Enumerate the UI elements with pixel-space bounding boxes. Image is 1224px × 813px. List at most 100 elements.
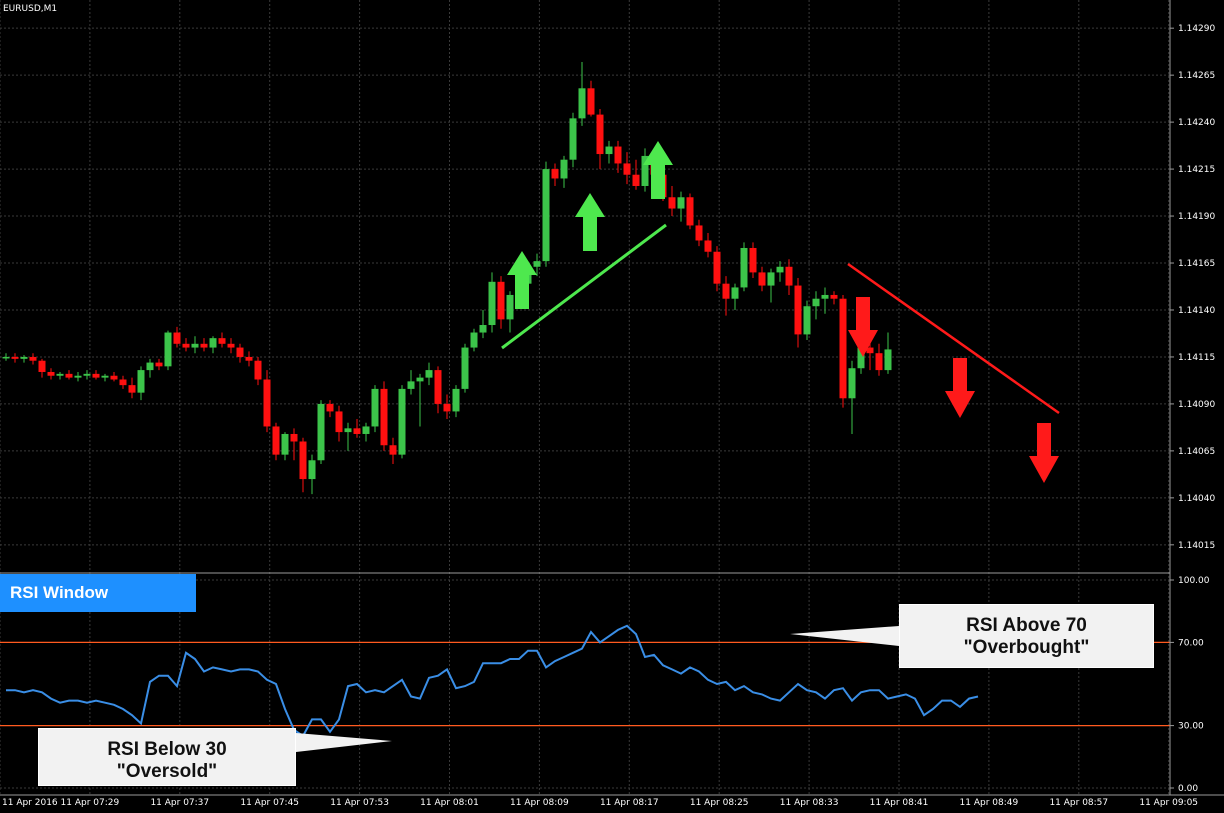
time-tick-label: 11 Apr 09:05 xyxy=(1139,798,1198,808)
time-tick-label: 11 Apr 07:29 xyxy=(61,798,120,808)
time-tick-label: 11 Apr 08:57 xyxy=(1049,798,1108,808)
bull-candle xyxy=(137,370,145,393)
bear-candle xyxy=(632,174,640,186)
bull-candle xyxy=(569,118,577,160)
bear-candle xyxy=(668,197,676,209)
bear-candle xyxy=(263,379,271,427)
bull-candle xyxy=(83,373,91,376)
bull-candle xyxy=(308,460,316,480)
bear-candle xyxy=(227,343,235,348)
bull-candle xyxy=(2,356,10,359)
bull-candle xyxy=(884,349,892,371)
bull-candle xyxy=(407,381,415,389)
rsi-tick-label: 100.00 xyxy=(1178,576,1210,586)
time-tick-label: 11 Apr 07:53 xyxy=(330,798,389,808)
time-tick-label: 11 Apr 08:41 xyxy=(870,798,929,808)
bear-candle xyxy=(299,441,307,480)
time-tick-label: 11 Apr 08:49 xyxy=(960,798,1019,808)
bull-candle xyxy=(281,433,289,455)
bear-candle xyxy=(290,433,298,442)
bear-candle xyxy=(686,197,694,226)
bear-candle xyxy=(353,428,361,434)
rsi-window-label: RSI Window xyxy=(0,574,196,612)
bull-candle xyxy=(506,294,514,320)
bull-candle xyxy=(776,266,784,273)
bull-candle xyxy=(677,197,685,209)
price-tick-label: 1.14240 xyxy=(1178,118,1215,128)
bull-candle xyxy=(371,388,379,427)
bear-candle xyxy=(758,272,766,286)
bull-candle xyxy=(560,159,568,179)
bear-candle xyxy=(389,445,397,455)
price-tick-label: 1.14065 xyxy=(1178,447,1215,457)
bear-candle xyxy=(65,373,73,378)
price-tick-label: 1.14115 xyxy=(1178,353,1215,363)
bear-candle xyxy=(236,347,244,357)
bear-candle xyxy=(614,146,622,164)
bull-candle xyxy=(542,169,550,262)
bear-candle xyxy=(38,360,46,372)
rsi-tick-label: 0.00 xyxy=(1178,784,1198,794)
bear-candle xyxy=(47,371,55,376)
bull-candle xyxy=(74,375,82,378)
bear-candle xyxy=(875,353,883,371)
bear-candle xyxy=(254,360,262,380)
overbought-callout-line1: RSI Above 70 xyxy=(966,615,1087,636)
bull-candle xyxy=(533,261,541,267)
bull-candle xyxy=(479,325,487,333)
bear-candle xyxy=(110,375,118,380)
bull-candle xyxy=(101,375,109,378)
bull-candle xyxy=(470,332,478,348)
bear-candle xyxy=(830,294,838,299)
price-tick-label: 1.14140 xyxy=(1178,306,1215,316)
bull-candle xyxy=(605,146,613,155)
bear-candle xyxy=(326,403,334,412)
time-tick-label: 11 Apr 08:17 xyxy=(600,798,659,808)
price-tick-label: 1.14215 xyxy=(1178,165,1215,175)
bull-candle xyxy=(821,294,829,299)
bear-candle xyxy=(596,114,604,155)
bull-candle xyxy=(164,332,172,367)
bull-candle xyxy=(362,426,370,434)
rsi-tick-label: 70.00 xyxy=(1178,638,1204,648)
bear-candle xyxy=(173,332,181,344)
chart-canvas: 11 Apr 2016 11 Apr 07:29 11 Apr 07:37 11 Ap… xyxy=(0,0,1224,809)
bull-candle xyxy=(740,247,748,288)
bull-candle xyxy=(452,388,460,412)
bull-candle xyxy=(344,428,352,433)
bear-candle xyxy=(11,356,19,359)
bear-candle xyxy=(119,379,127,386)
time-tick-label: 11 Apr 07:37 xyxy=(150,798,209,808)
bear-candle xyxy=(794,285,802,335)
rsi-tick-label: 30.00 xyxy=(1178,722,1204,732)
bear-candle xyxy=(380,388,388,446)
symbol-label: EURUSD,M1 xyxy=(3,4,57,14)
bear-candle xyxy=(623,163,631,175)
overbought-callout-line2: "Overbought" xyxy=(963,637,1090,658)
bear-candle xyxy=(200,343,208,348)
time-tick-label: 11 Apr 07:45 xyxy=(240,798,299,808)
bear-candle xyxy=(722,283,730,299)
bull-candle xyxy=(20,356,28,359)
bear-candle xyxy=(587,88,595,115)
oversold-callout: RSI Below 30 "Oversold" xyxy=(38,728,296,786)
bull-candle xyxy=(731,287,739,299)
bull-candle xyxy=(848,368,856,399)
bull-candle xyxy=(812,298,820,307)
price-tick-label: 1.14040 xyxy=(1178,494,1215,504)
bear-candle xyxy=(695,225,703,241)
bear-candle xyxy=(272,426,280,455)
bull-candle xyxy=(209,338,217,348)
bull-candle xyxy=(488,281,496,326)
bull-candle xyxy=(398,388,406,455)
bear-candle xyxy=(497,281,505,320)
price-tick-label: 1.14265 xyxy=(1178,71,1215,81)
bull-candle xyxy=(317,403,325,461)
trading-chart-window: 11 Apr 2016 11 Apr 07:29 11 Apr 07:37 11 Ap… xyxy=(0,0,1224,809)
bull-candle xyxy=(56,373,64,376)
price-tick-label: 1.14190 xyxy=(1178,212,1215,222)
time-tick-label: 11 Apr 08:01 xyxy=(420,798,479,808)
bear-candle xyxy=(245,356,253,361)
bull-candle xyxy=(767,272,775,286)
oversold-callout-line2: "Oversold" xyxy=(116,761,218,782)
